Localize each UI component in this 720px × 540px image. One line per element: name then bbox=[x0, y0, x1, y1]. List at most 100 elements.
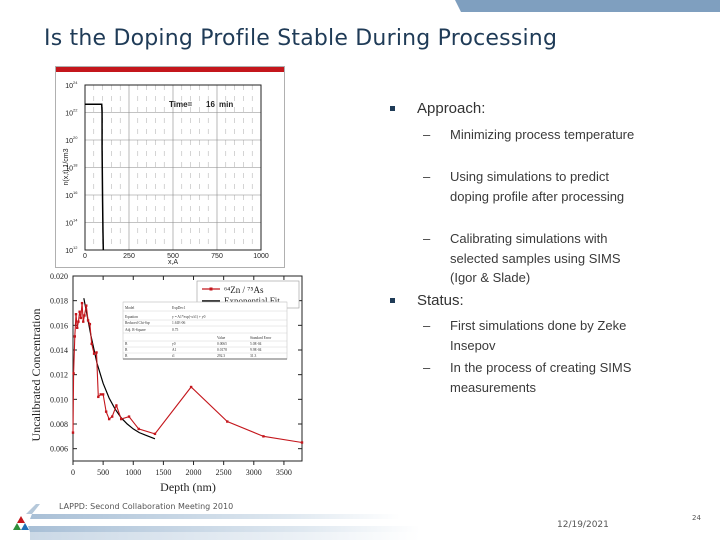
time-annotation-unit: min bbox=[219, 100, 233, 109]
sims-y-tick-label: 0.016 bbox=[50, 321, 68, 330]
zn-as-data-point bbox=[153, 432, 157, 436]
page-number: 24 bbox=[692, 514, 701, 522]
time-annotation-value: 16 bbox=[206, 100, 215, 109]
fit-table-cell: ExpDec1 bbox=[172, 306, 186, 310]
simulation-profile-line bbox=[85, 103, 105, 251]
fit-table-cell: t1 bbox=[172, 354, 175, 358]
simulation-y-tick-exponent: 12 bbox=[73, 245, 78, 250]
header-accent-band bbox=[455, 0, 720, 12]
sims-y-tick-label: 0.020 bbox=[50, 272, 68, 281]
fit-table-cell: 0.0178 bbox=[217, 348, 227, 352]
sims-x-tick-label: 3000 bbox=[246, 468, 262, 477]
zn-as-data-point bbox=[90, 342, 93, 346]
zn-as-data-point bbox=[120, 417, 123, 421]
sims-y-tick-label: 0.006 bbox=[50, 445, 68, 454]
sims-y-tick-label: 0.008 bbox=[50, 420, 68, 429]
sims-x-tick-label: 0 bbox=[71, 468, 75, 477]
slide-title: Is the Doping Profile Stable During Proc… bbox=[44, 26, 558, 51]
fit-table-cell: 292.3 bbox=[217, 354, 225, 358]
fit-table-cell: Model bbox=[125, 306, 134, 310]
fit-table-cell: 0.0065 bbox=[217, 342, 227, 346]
simulation-chart-frame: 10 24 10 22 10 20 10 18 10 16 10 14 10 12 0 250 500 750 1… bbox=[55, 66, 285, 268]
footer-date: 12/19/2021 bbox=[557, 520, 609, 530]
simulation-y-tick-exponent: 18 bbox=[73, 163, 78, 168]
zn-as-data-point bbox=[110, 415, 114, 418]
sims-x-axis-label: Depth (nm) bbox=[160, 480, 216, 494]
zn-as-data-point bbox=[107, 417, 111, 421]
simulation-x-tick-label: 250 bbox=[123, 253, 135, 260]
fit-table-cell: 1.61E-06 bbox=[172, 321, 185, 325]
simulation-y-tick-exponent: 20 bbox=[73, 135, 78, 140]
simulation-chart: 1024102210201018101610141012 0 250 500 750 1… bbox=[63, 80, 269, 266]
zn-as-data-point bbox=[78, 310, 81, 313]
sims-x-tick-label: 500 bbox=[97, 468, 109, 477]
zn-as-data-point bbox=[95, 351, 98, 354]
simulation-y-tick-exponent: 22 bbox=[73, 108, 78, 113]
zn-as-data-point bbox=[262, 435, 265, 438]
zn-as-data-point bbox=[77, 320, 80, 323]
sims-y-tick-label: 0.012 bbox=[50, 371, 68, 380]
fit-table-frame bbox=[122, 301, 288, 360]
sims-x-tick-label: 2500 bbox=[216, 468, 232, 477]
simulation-y-tick-exponent: 24 bbox=[73, 80, 78, 85]
legend-label-zn-as: ⁶⁴Zn / ⁷⁵As bbox=[224, 285, 264, 295]
simulation-y-tick-exponent: 16 bbox=[73, 190, 78, 195]
zn-as-data-point bbox=[104, 410, 108, 413]
zn-as-data-point bbox=[137, 427, 140, 431]
fit-table-cell: Reduced Chi-Sqr bbox=[125, 321, 151, 325]
simulation-x-tick-label: 750 bbox=[211, 253, 223, 260]
fit-table-cell: 9.9E-04 bbox=[250, 348, 262, 352]
fit-table-cell: 0.75 bbox=[172, 328, 178, 332]
zn-as-data-point bbox=[97, 395, 100, 399]
simulation-x-tick-label: 0 bbox=[83, 253, 87, 260]
fit-table-cell: A1 bbox=[172, 348, 177, 352]
zn-as-data-point bbox=[115, 404, 118, 407]
time-annotation-label: Time= bbox=[169, 100, 193, 109]
zn-as-data-point bbox=[74, 313, 78, 316]
zn-as-data-point bbox=[80, 301, 84, 305]
simulation-y-axis-label: n(x,t),1/cm3 bbox=[63, 148, 70, 185]
footer-meeting-text: LAPPD: Second Collaboration Meeting 2010 bbox=[59, 502, 234, 511]
simulation-y-tick-label: 10 bbox=[65, 111, 73, 118]
simulation-y-tick-label: 10 bbox=[65, 138, 73, 145]
square-bullet-icon bbox=[390, 106, 395, 111]
zn-as-data-point bbox=[300, 441, 304, 444]
zn-as-data-point bbox=[86, 319, 90, 322]
simulation-y-tick-exponent: 14 bbox=[73, 218, 78, 223]
zn-as-data-point bbox=[76, 326, 79, 329]
zn-as-data-point bbox=[85, 304, 88, 307]
simulation-y-tick-label: 10 bbox=[65, 248, 73, 255]
zn-as-data-point bbox=[127, 415, 131, 418]
zn-as-data-point bbox=[92, 352, 96, 355]
fit-table-cell: Equation bbox=[125, 315, 138, 319]
zn-as-data-point bbox=[71, 431, 75, 434]
fit-table-cell: Standard Error bbox=[250, 336, 272, 340]
fit-table-cell: 31.3 bbox=[250, 354, 256, 358]
fit-table-cell: Adj. R-Square bbox=[125, 328, 146, 332]
sims-chart: 0.020 0.018 0.016 0.014 0.012 0.010 0.008 0.006… bbox=[29, 272, 304, 494]
simulation-y-tick-label: 10 bbox=[65, 83, 73, 90]
sims-y-tick-label: 0.010 bbox=[50, 395, 68, 404]
fit-table-cell: y = A1*exp(-x/t1) + y0 bbox=[172, 315, 206, 319]
zn-as-data-point bbox=[226, 420, 229, 423]
simulation-x-tick-label: 1000 bbox=[253, 253, 269, 260]
fit-table-cell: 5.0E-04 bbox=[250, 342, 262, 346]
zn-as-data-point bbox=[72, 372, 75, 375]
zn-as-data-point bbox=[88, 322, 92, 326]
fit-table-cell: y0 bbox=[172, 342, 176, 346]
sims-x-tick-label: 1000 bbox=[125, 468, 141, 477]
simulation-y-tick-label: 10 bbox=[65, 193, 73, 200]
zn-as-data-point bbox=[73, 335, 77, 338]
fit-table-cell: Value bbox=[217, 336, 226, 340]
zn-as-data-point bbox=[189, 385, 193, 389]
zn-as-data-point bbox=[99, 393, 102, 396]
fit-parameters-table: Model ExpDec1 Equation y = A1*exp(-x/t1) + … bbox=[122, 301, 288, 360]
zn-as-data-point bbox=[79, 316, 83, 320]
sims-y-tick-label: 0.018 bbox=[50, 297, 68, 306]
square-bullet-icon bbox=[390, 298, 395, 303]
sims-x-tick-label: 2000 bbox=[186, 468, 202, 477]
sims-x-tick-label: 3500 bbox=[276, 468, 292, 477]
sims-y-axis-label: Uncalibrated Concentration bbox=[29, 309, 43, 442]
zn-as-data-point bbox=[83, 314, 86, 317]
simulation-y-tick-label: 10 bbox=[65, 221, 73, 228]
